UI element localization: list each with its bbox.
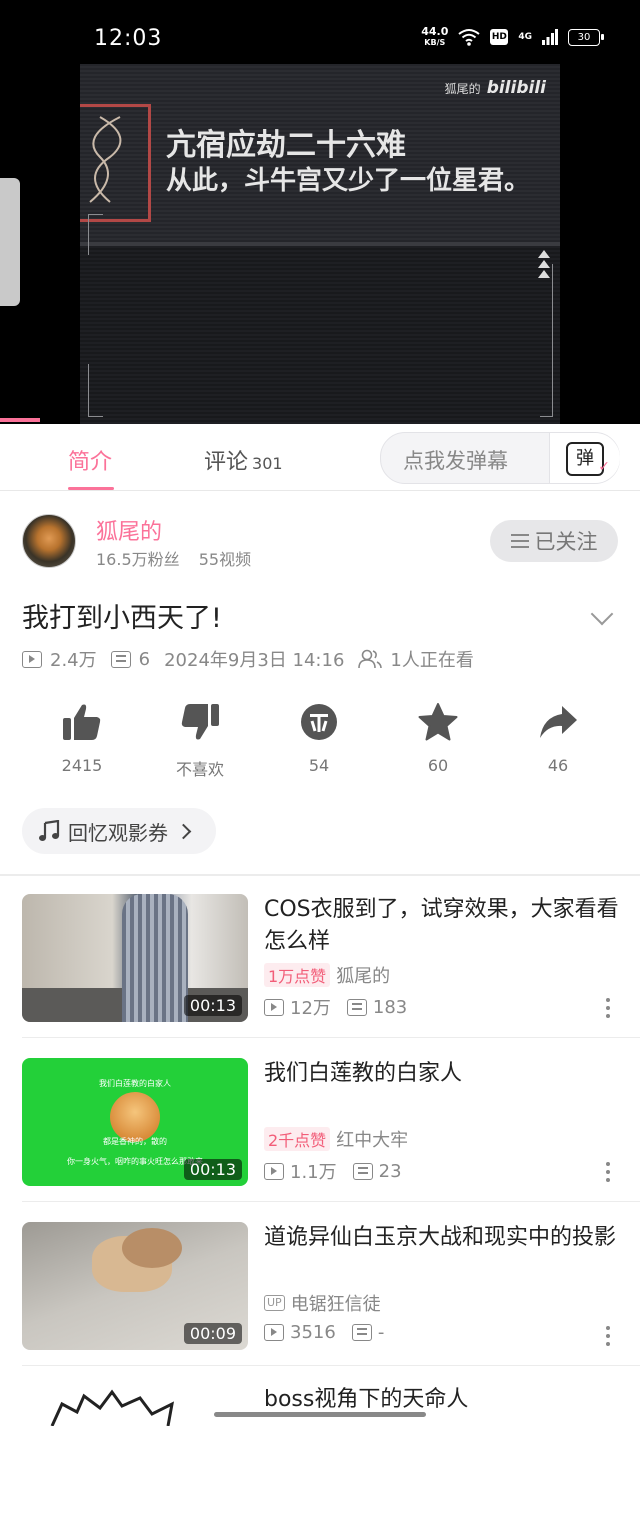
related-author: 电锯狂信徒 [290,1294,381,1315]
video-thumbnail[interactable] [22,1386,248,1514]
video-watermark: 狐尾的 bilibili [444,78,546,98]
more-options-icon[interactable] [606,1326,610,1346]
chevron-down-icon[interactable] [590,602,614,626]
video-title: 我打到小西天了! [22,603,222,634]
danmaku-count-icon [351,1324,372,1341]
status-icons: 44.0 KB/S HD 4G 30 [421,25,604,48]
favorite-button[interactable]: 60 [398,700,478,775]
danmaku-count-icon [352,1162,373,1180]
uploader-stats: 16.5万粉丝 55视频 [96,546,265,570]
dislike-button[interactable]: 不喜欢 [160,700,240,780]
like-button[interactable]: 2415 [42,700,122,775]
arrow-marks-icon [538,250,550,278]
related-title[interactable]: 道诡异仙白玉京大战和现实中的投影 [264,1222,620,1254]
avatar[interactable] [22,514,76,568]
progress-bar[interactable] [0,418,40,422]
tab-comments[interactable]: 评论 301 [204,444,283,476]
signal-type: 4G [518,32,532,42]
home-indicator[interactable] [214,1412,426,1417]
share-icon [540,706,577,738]
duration-badge: 00:13 [183,1159,242,1180]
uploader-name[interactable]: 狐尾的 [96,514,162,546]
comment-count: 301 [252,454,283,473]
wifi-icon [458,29,480,46]
coin-button[interactable]: 54 [279,700,359,775]
publish-date: 2024年9月3日 14:16 [164,650,345,671]
network-speed: 44.0 KB/S [421,25,449,47]
coin-icon [301,704,337,740]
watching-count: 1人正在看 [390,650,474,671]
duration-badge: 00:09 [183,1323,242,1344]
video-thumbnail[interactable]: 我们白莲教的白家人 都是香神的，散的 你一身火气，咽咋的事火旺怎么那敢来 00:… [22,1058,248,1186]
view-count: 2.4万 [50,650,97,671]
follow-button[interactable]: 已关注 [490,520,618,562]
duration-badge: 00:13 [183,995,242,1016]
video-caption-line2: 从此，斗牛宫又少了一位星君。 [166,166,531,196]
danmaku-count-icon [346,998,367,1016]
danmaku-input[interactable]: 点我发弹幕 弹 [380,432,620,484]
more-options-icon[interactable] [606,998,610,1018]
video-meta: 2.4万 6 2024年9月3日 14:16 1人正在看 [22,646,474,672]
list-item[interactable]: 我们白莲教的白家人 都是香神的，散的 你一身火气，咽咋的事火旺怎么那敢来 00:… [0,1038,640,1202]
bilibili-logo: bilibili [486,78,546,98]
battery-icon: 30 [568,28,604,46]
more-options-icon[interactable] [606,1162,610,1182]
video-frame[interactable]: 狐尾的 bilibili 亢宿应劫二十六难 从此，斗牛宫又少了一位星君。 [80,64,560,424]
related-title[interactable]: 我们白莲教的白家人 [264,1058,620,1090]
likes-tag: 2千点赞 [264,1127,331,1151]
tab-intro[interactable]: 简介 [68,444,112,476]
tab-bar: 简介 评论 301 点我发弹幕 弹 [0,424,640,491]
status-bar: 12:03 44.0 KB/S HD 4G 30 [0,0,640,64]
up-badge: UP [264,1295,285,1311]
dna-emblem [80,104,151,222]
people-icon [358,649,383,669]
thumbs-up-icon [63,704,101,740]
chevron-right-icon [175,823,192,839]
likes-tag: 1万点赞 [264,963,331,987]
danmaku-placeholder: 点我发弹幕 [403,449,508,473]
video-player[interactable]: 狐尾的 bilibili 亢宿应劫二十六难 从此，斗牛宫又少了一位星君。 [0,64,640,424]
video-thumbnail[interactable]: 00:09 [22,1222,248,1350]
star-icon [418,703,458,741]
menu-lines-icon [510,534,529,548]
related-author: 狐尾的 [336,966,391,987]
play-count-icon [22,650,42,668]
status-time: 12:03 [94,26,163,51]
hd-icon: HD [490,29,509,45]
share-button[interactable]: 46 [518,700,598,775]
side-drag-handle[interactable] [0,178,20,306]
memory-coupon-button[interactable]: 回忆观影券 [22,808,216,854]
list-item[interactable]: 00:13 COS衣服到了，试穿效果，大家看看怎么样 1万点赞 狐尾的 12万 … [0,874,640,1038]
signal-icon [542,29,558,45]
list-item[interactable]: 00:09 道诡异仙白玉京大战和现实中的投影 UP 电锯狂信徒 3516 - [0,1202,640,1366]
related-title[interactable]: COS衣服到了，试穿效果，大家看看怎么样 [264,894,620,958]
danmaku-count-icon [110,650,131,668]
danmaku-icon: 弹 [566,442,610,482]
play-count-icon [264,1324,284,1341]
fans-count: 16.5万粉丝 [96,550,180,569]
danmaku-count: 6 [138,648,151,670]
video-count: 55视频 [198,550,252,569]
related-author: 红中大牢 [336,1130,409,1151]
play-count-icon [264,1162,284,1180]
dog-image [110,1092,160,1142]
action-row: 2415 不喜欢 54 60 46 [22,700,618,780]
tab-indicator [68,487,114,490]
thumbs-down-icon [181,704,219,740]
play-count-icon [264,998,284,1016]
video-thumbnail[interactable]: 00:13 [22,894,248,1022]
video-caption-line1: 亢宿应劫二十六难 [166,128,406,163]
danmaku-toggle-button[interactable]: 弹 [549,433,620,483]
sketch-image [50,1389,175,1427]
music-note-icon [39,820,60,841]
